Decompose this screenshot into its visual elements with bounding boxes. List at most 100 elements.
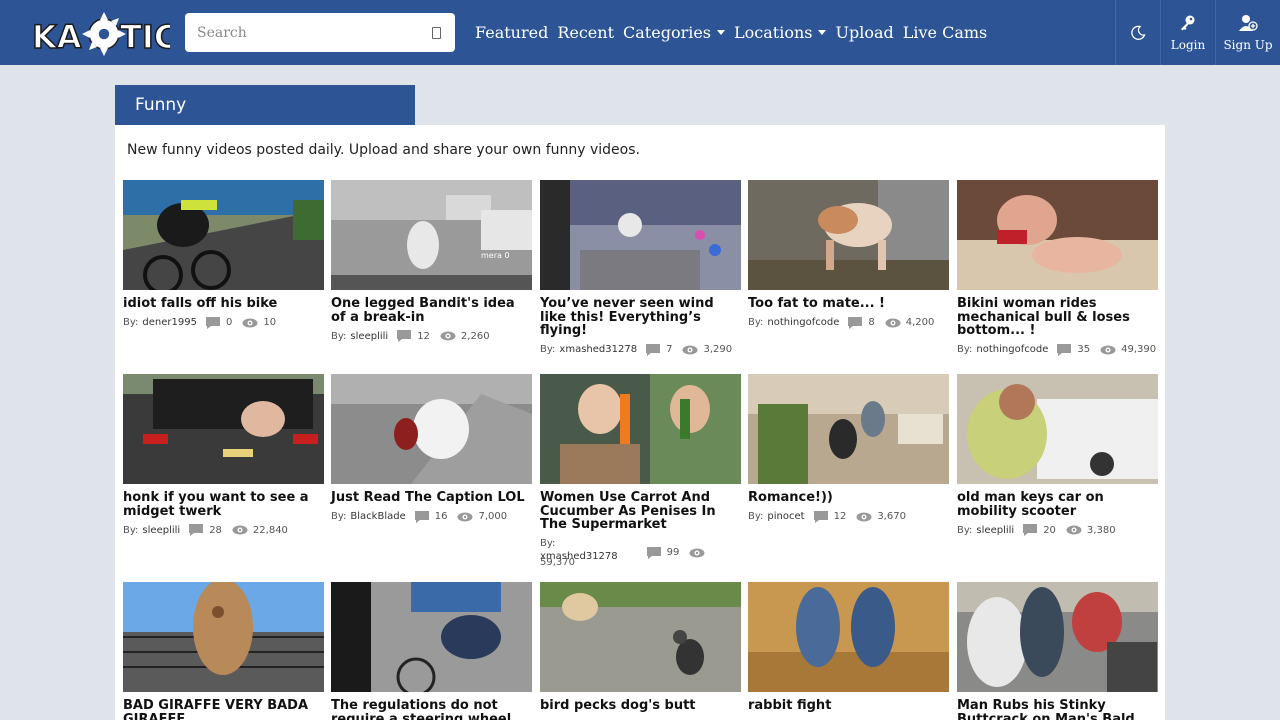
video-title[interactable]: bird pecks dog's butt xyxy=(540,699,741,713)
video-meta: By: pinocet 12 3,670 xyxy=(748,510,949,524)
eye-icon xyxy=(242,318,258,327)
login-button[interactable]: Login xyxy=(1160,0,1215,65)
video-card: idiot falls off his bike By: dener1995 0… xyxy=(123,180,324,330)
video-title[interactable]: Man Rubs his Stinky Buttcrack on Man's B… xyxy=(957,699,1158,720)
video-meta: By: xmashed31278 99 59,370 xyxy=(540,537,741,569)
video-author[interactable]: dener1995 xyxy=(142,316,197,329)
video-author[interactable]: nothingofcode xyxy=(976,343,1048,356)
category-title: Funny xyxy=(135,95,187,115)
view-count: 10 xyxy=(263,317,277,328)
video-thumbnail[interactable] xyxy=(748,374,949,484)
video-meta: By: sleeplili 20 3,380 xyxy=(957,523,1158,537)
comment-icon xyxy=(397,330,412,342)
video-card: rabbit fight xyxy=(748,582,949,713)
video-thumbnail[interactable] xyxy=(748,180,949,290)
view-count: 2,260 xyxy=(460,330,490,342)
login-label: Login xyxy=(1170,37,1206,52)
video-author[interactable]: sleeplili xyxy=(350,330,388,343)
video-title[interactable]: honk if you want to see a midget twerk xyxy=(123,491,324,518)
video-thumbnail[interactable] xyxy=(957,374,1158,484)
video-title[interactable]: old man keys car on mobility scooter xyxy=(957,491,1158,518)
video-thumbnail[interactable] xyxy=(123,582,324,692)
video-thumbnail[interactable] xyxy=(957,180,1158,290)
site-logo[interactable]: KA TIC xyxy=(30,8,170,58)
comment-icon xyxy=(189,524,204,536)
video-thumbnail[interactable] xyxy=(123,180,324,290)
video-card: Man Rubs his Stinky Buttcrack on Man's B… xyxy=(957,582,1158,720)
video-card: Too fat to mate... ! By: nothingofcode 8… xyxy=(748,180,949,330)
video-author[interactable]: sleeplili xyxy=(142,524,180,537)
nav-live-cams[interactable]: Live Cams xyxy=(903,23,988,42)
comment-count: 12 xyxy=(417,330,430,342)
by-label: By: xyxy=(748,317,764,328)
eye-icon xyxy=(440,331,456,341)
video-thumbnail[interactable] xyxy=(540,374,741,484)
nav-upload[interactable]: Upload xyxy=(835,23,893,42)
nav-featured-label: Featured xyxy=(475,23,549,42)
video-thumbnail[interactable] xyxy=(540,180,741,290)
video-card: bird pecks dog's butt xyxy=(540,582,741,713)
by-label: By: xyxy=(748,511,764,522)
video-title[interactable]: Romance!)) xyxy=(748,491,949,505)
video-title[interactable]: One legged Bandit's idea of a break-in xyxy=(331,297,532,324)
video-panel: New funny videos posted daily. Upload an… xyxy=(115,125,1165,720)
video-thumbnail[interactable] xyxy=(331,582,532,692)
video-title[interactable]: Just Read The Caption LOL xyxy=(331,491,532,505)
nav-upload-label: Upload xyxy=(835,23,894,42)
video-author[interactable]: BlackBlade xyxy=(350,510,405,523)
video-author[interactable]: pinocet xyxy=(767,510,804,523)
signup-button[interactable]: Sign Up xyxy=(1215,0,1280,65)
signup-label: Sign Up xyxy=(1223,37,1273,52)
video-thumbnail[interactable] xyxy=(748,582,949,692)
by-label: By: xyxy=(957,344,973,355)
nav-recent-label: Recent xyxy=(557,23,615,42)
eye-icon xyxy=(682,345,698,354)
video-title[interactable]: idiot falls off his bike xyxy=(123,297,324,311)
video-title[interactable]: Women Use Carrot And Cucumber As Penises… xyxy=(540,491,741,532)
key-icon xyxy=(1181,15,1195,30)
eye-icon xyxy=(689,548,705,557)
search-input[interactable] xyxy=(197,17,427,48)
video-author[interactable]: nothingofcode xyxy=(767,316,839,329)
video-meta: By: BlackBlade 16 7,000 xyxy=(331,510,532,524)
video-meta: By: nothingofcode 35 49,390 xyxy=(957,343,1158,357)
video-thumbnail[interactable] xyxy=(957,582,1158,692)
nav-featured[interactable]: Featured xyxy=(475,23,548,42)
search-icon[interactable] xyxy=(432,27,441,39)
view-count: 4,200 xyxy=(905,317,935,328)
video-title[interactable]: The regulations do not require a steerin… xyxy=(331,699,532,720)
svg-text:TIC: TIC xyxy=(120,18,170,56)
moon-icon xyxy=(1131,25,1146,40)
video-thumbnail[interactable] xyxy=(123,374,324,484)
comment-icon xyxy=(646,343,661,356)
video-meta: By: xmashed31278 7 3,290 xyxy=(540,343,741,357)
video-thumbnail[interactable] xyxy=(540,582,741,692)
video-title[interactable]: BAD GIRAFFE VERY BADA GIRAFFE xyxy=(123,699,324,720)
view-count: 22,840 xyxy=(252,524,288,536)
video-title[interactable]: Too fat to mate... ! xyxy=(748,297,949,311)
nav-recent[interactable]: Recent xyxy=(557,23,614,42)
video-card: mera 0 One legged Bandit's idea of a bre… xyxy=(331,180,532,343)
chevron-down-icon xyxy=(818,30,827,35)
video-title[interactable]: You’ve never seen wind like this! Everyt… xyxy=(540,297,741,338)
nav-categories[interactable]: Categories xyxy=(623,23,726,42)
by-label: By: xyxy=(957,524,973,536)
video-card: honk if you want to see a midget twerk B… xyxy=(123,374,324,537)
video-author[interactable]: sleeplili xyxy=(976,524,1014,537)
comment-count: 12 xyxy=(833,511,847,522)
comment-count: 16 xyxy=(434,511,448,522)
video-thumbnail[interactable]: mera 0 xyxy=(331,180,532,290)
video-title[interactable]: Bikini woman rides mechanical bull & los… xyxy=(957,297,1158,338)
comment-icon xyxy=(1023,524,1038,536)
video-author[interactable]: xmashed31278 xyxy=(559,343,637,356)
video-card: Bikini woman rides mechanical bull & los… xyxy=(957,180,1158,357)
video-thumbnail[interactable] xyxy=(331,374,532,484)
category-description: New funny videos posted daily. Upload an… xyxy=(127,142,640,158)
video-title[interactable]: rabbit fight xyxy=(748,699,949,713)
comment-icon xyxy=(646,546,661,559)
dark-mode-toggle[interactable] xyxy=(1115,0,1160,65)
video-meta: By: nothingofcode 8 4,200 xyxy=(748,316,949,330)
nav-locations[interactable]: Locations xyxy=(734,23,827,42)
view-count: 3,380 xyxy=(1086,524,1116,536)
video-card: Just Read The Caption LOL By: BlackBlade… xyxy=(331,374,532,524)
